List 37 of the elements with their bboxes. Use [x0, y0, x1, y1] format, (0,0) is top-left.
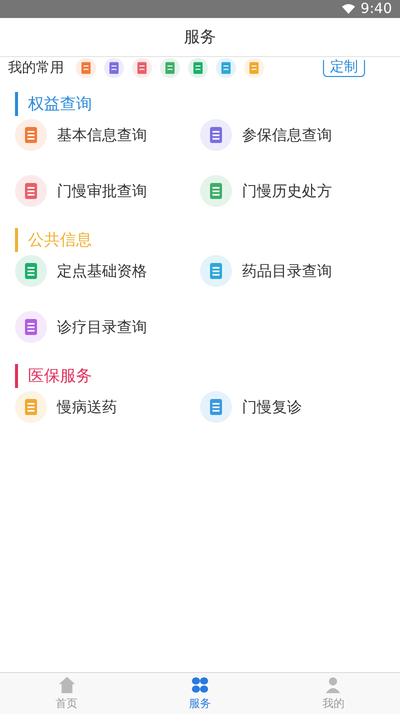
section-title: 公共信息 — [28, 230, 92, 250]
service-link[interactable]: 参保信息查询 — [242, 126, 332, 144]
service-link[interactable]: 门慢历史处方 — [242, 182, 332, 200]
service-icon[interactable] — [15, 175, 47, 207]
service-link[interactable]: 基本信息查询 — [57, 126, 147, 144]
service-icon[interactable] — [200, 391, 232, 423]
home-icon — [58, 676, 76, 694]
service-link[interactable]: 门慢复诊 — [242, 398, 302, 416]
shortcut-icon[interactable] — [76, 58, 96, 78]
service-icon[interactable] — [15, 119, 47, 151]
service-link[interactable]: 门慢审批查询 — [57, 182, 147, 200]
service-icon[interactable] — [15, 255, 47, 287]
four-petal-icon — [190, 676, 209, 694]
status-time: 9:40 — [360, 1, 392, 17]
service-icon[interactable] — [200, 255, 232, 287]
customize-button[interactable]: 定制 — [323, 60, 365, 76]
shortcut-icon[interactable] — [216, 58, 236, 78]
shortcut-icon[interactable] — [104, 58, 124, 78]
service-link[interactable]: 慢病送药 — [57, 398, 117, 416]
service-icon[interactable] — [15, 391, 47, 423]
shortcut-icon[interactable] — [244, 58, 264, 78]
page-title: 服务 — [184, 26, 216, 48]
service-icon[interactable] — [200, 119, 232, 151]
service-link[interactable]: 药品目录查询 — [242, 262, 332, 280]
shortcut-icon[interactable] — [160, 58, 180, 78]
favorites-label: 我的常用 — [8, 59, 64, 77]
person-icon — [324, 676, 342, 694]
section-title: 权益查询 — [28, 94, 92, 114]
tab[interactable]: 服务 — [133, 673, 267, 714]
section-title: 医保服务 — [28, 366, 92, 386]
shortcut-icon[interactable] — [132, 58, 152, 78]
service-icon[interactable] — [200, 175, 232, 207]
wifi-icon — [342, 4, 355, 14]
shortcut-icon[interactable] — [188, 58, 208, 78]
service-link[interactable]: 定点基础资格 — [57, 262, 147, 280]
service-icon[interactable] — [15, 311, 47, 343]
service-link[interactable]: 诊疗目录查询 — [57, 318, 147, 336]
